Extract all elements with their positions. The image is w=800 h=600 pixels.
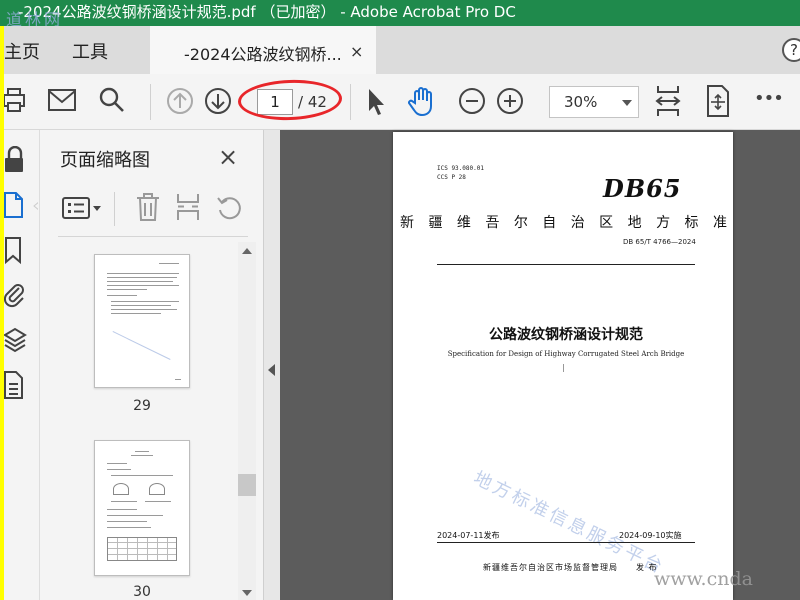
email-icon[interactable] xyxy=(48,89,76,111)
tab-tools[interactable]: 工具 xyxy=(72,38,108,64)
pdf-page: ICS 93.080.01 CCS P 28 DB65 新 疆 维 吾 尔 自 … xyxy=(393,132,733,600)
thumbnail-scrollbar[interactable] xyxy=(238,242,256,600)
document-title: 公路波纹钢桥涵设计规范 xyxy=(489,327,643,343)
page-thumbnails-icon[interactable] xyxy=(4,190,38,222)
scrollbar-thumb[interactable] xyxy=(238,474,256,496)
tab-document[interactable]: -2024公路波纹钢桥... × xyxy=(150,26,376,74)
select-tool-icon[interactable] xyxy=(366,88,386,116)
zoom-dropdown[interactable]: 30% xyxy=(549,86,639,118)
ccs-line: CCS P 28 xyxy=(437,174,466,181)
tab-home[interactable]: 主页 xyxy=(4,38,40,64)
main-toolbar: 1 / 42 30% ••• xyxy=(4,74,800,130)
more-options-icon[interactable]: ••• xyxy=(754,88,784,109)
toolbar-divider xyxy=(150,84,151,120)
thumbnail-page-number: 29 xyxy=(133,398,151,414)
tab-close-icon[interactable]: × xyxy=(350,42,363,61)
text-cursor-mark xyxy=(563,364,564,372)
toolbar-divider xyxy=(350,84,351,120)
page-thumbnails-panel: 页面缩略图 × 29 30 xyxy=(40,130,264,600)
thumbnail-page[interactable] xyxy=(94,254,190,388)
content-icon[interactable] xyxy=(4,370,26,400)
chevron-down-icon xyxy=(622,100,632,106)
zoom-value: 30% xyxy=(564,93,598,111)
tabs-bar: 主页 工具 -2024公路波纹钢桥... × ? xyxy=(4,26,800,74)
tab-document-title: -2024公路波纹钢桥... xyxy=(184,45,342,64)
panel-collapse-handle[interactable] xyxy=(264,130,280,600)
implementation-date: 2024-09-10实施 xyxy=(619,531,682,540)
document-viewport[interactable]: ICS 93.080.01 CCS P 28 DB65 新 疆 维 吾 尔 自 … xyxy=(280,130,800,600)
fit-width-icon[interactable] xyxy=(654,84,682,118)
red-highlight-oval xyxy=(237,78,343,122)
full-screen-icon[interactable] xyxy=(704,84,732,118)
print-icon[interactable] xyxy=(4,86,26,114)
thumbnail-list: 29 30 xyxy=(40,240,256,600)
bookmark-icon[interactable] xyxy=(4,236,26,266)
delete-icon[interactable] xyxy=(136,192,160,222)
issuer: 新疆维吾尔自治区市场监督管理局 发 布 xyxy=(483,563,658,572)
panel-close-icon[interactable]: × xyxy=(218,143,238,171)
extract-pages-icon[interactable] xyxy=(176,192,200,222)
hand-tool-icon[interactable] xyxy=(406,85,438,117)
window-title-bar: -2024公路波纹钢桥涵设计规范.pdf （已加密） - Adobe Acrob… xyxy=(0,0,800,26)
rotate-icon[interactable] xyxy=(216,194,244,222)
zoom-out-icon[interactable] xyxy=(458,87,486,115)
panel-divider xyxy=(58,236,248,237)
thumbnail-page[interactable] xyxy=(94,440,190,576)
standard-number: DB 65/T 4766—2024 xyxy=(623,238,696,246)
zoom-in-icon[interactable] xyxy=(496,87,524,115)
toolbar-divider xyxy=(114,192,115,226)
panel-title: 页面缩略图 xyxy=(60,150,150,171)
document-subtitle: Specification for Design of Highway Corr… xyxy=(447,350,685,358)
scroll-down-icon[interactable] xyxy=(242,590,252,596)
thumbnail-toolbar xyxy=(40,186,264,236)
ics-code: ICS 93.080.01 CCS P 28 xyxy=(437,164,484,182)
thumbnail-page-number: 30 xyxy=(133,584,151,600)
ics-line: ICS 93.080.01 xyxy=(437,165,484,172)
release-date: 2024-07-11发布 xyxy=(437,531,500,540)
lock-icon[interactable] xyxy=(4,146,26,174)
site-watermark: www.cnda xyxy=(654,568,753,590)
options-menu-icon[interactable] xyxy=(62,196,104,222)
chevron-left-icon xyxy=(268,364,275,376)
scroll-up-icon[interactable] xyxy=(242,248,252,254)
standard-region: 新 疆 维 吾 尔 自 治 区 地 方 标 准 xyxy=(400,215,732,231)
header-rule xyxy=(437,264,695,265)
left-navigation-rail xyxy=(4,130,40,600)
search-icon[interactable] xyxy=(98,86,126,114)
attachment-icon[interactable] xyxy=(4,280,26,310)
next-page-icon[interactable] xyxy=(204,87,232,115)
layers-icon[interactable] xyxy=(4,326,28,356)
help-icon[interactable]: ? xyxy=(782,38,800,62)
db-logo: DB65 xyxy=(603,174,682,203)
window-title: -2024公路波纹钢桥涵设计规范.pdf （已加密） - Adobe Acrob… xyxy=(18,3,516,21)
previous-page-icon[interactable] xyxy=(166,87,194,115)
footer-rule xyxy=(437,542,695,543)
